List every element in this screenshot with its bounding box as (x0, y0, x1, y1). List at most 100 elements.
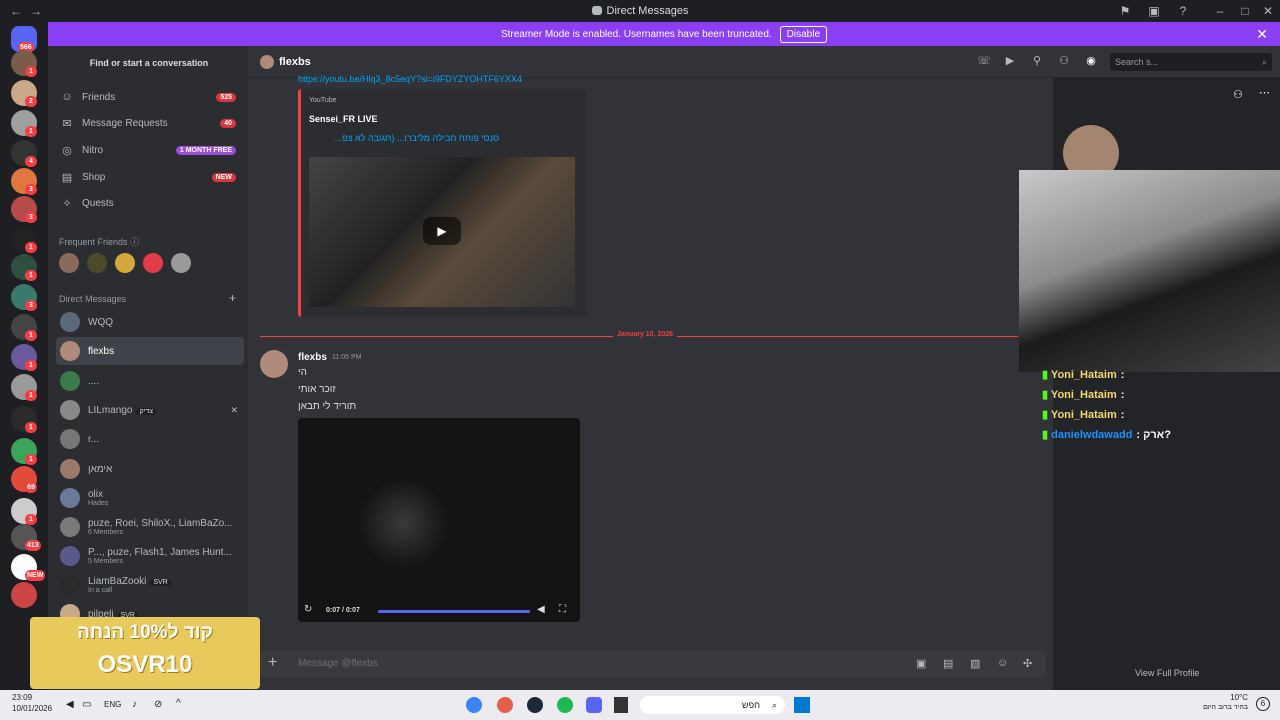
create-dm-icon[interactable]: + (229, 291, 236, 305)
network-tray-icon[interactable]: ▭ (82, 699, 91, 710)
server-icon[interactable]: 1 (11, 110, 37, 137)
info-icon[interactable]: ⓘ (130, 237, 139, 247)
attach-plus-icon[interactable]: + (268, 654, 277, 672)
taskbar-search[interactable]: חפש ⌕ (640, 696, 785, 714)
server-icon[interactable]: 1 (11, 314, 37, 341)
more-icon[interactable]: ⋯ (1259, 86, 1270, 99)
message-composer[interactable]: + Message @flexbs ▣ ▤ ▧ ☺ ✣ (260, 650, 1046, 678)
dm-item[interactable]: אימאן (56, 455, 244, 483)
server-icon[interactable]: 3 (11, 168, 37, 195)
dm-item[interactable]: LiamBaZooki SVR In a call (56, 571, 244, 599)
steam-icon[interactable] (527, 697, 543, 713)
server-icon[interactable]: 1 (11, 226, 37, 253)
chrome-icon[interactable] (466, 697, 482, 713)
dm-item[interactable]: olix Hades (56, 484, 244, 512)
search-input[interactable]: Search s... ⌕ (1110, 53, 1272, 71)
maximize-icon[interactable]: □ (1237, 3, 1253, 19)
nav-message-requests[interactable]: ✉ Message Requests 40 (56, 111, 242, 135)
notification-count[interactable]: 6 (1256, 697, 1270, 711)
server-icon[interactable]: NEW (11, 554, 46, 581)
server-icon[interactable]: 1 (11, 374, 37, 401)
close-banner-icon[interactable]: ✕ (1256, 26, 1268, 43)
emoji-icon[interactable]: ☺ (997, 657, 1008, 669)
play-icon[interactable]: ▶ (423, 217, 461, 245)
app-icon[interactable] (497, 697, 513, 713)
dm-item[interactable]: WQQ (56, 308, 244, 336)
disable-button[interactable]: Disable (779, 25, 828, 43)
video-call-icon[interactable]: ▶ (1002, 54, 1018, 70)
volume-icon[interactable]: ◀ (537, 604, 545, 615)
friend-avatar[interactable] (59, 253, 79, 273)
server-icon[interactable] (11, 582, 37, 608)
user-profile-icon[interactable]: ◉ (1083, 54, 1099, 70)
server-icon[interactable]: 69 (11, 466, 37, 493)
call-icon[interactable]: ☏ (976, 54, 992, 70)
dm-item[interactable]: LILmango צדיק ✕ (56, 396, 244, 424)
server-icon[interactable]: 2 (11, 80, 37, 107)
message-avatar[interactable] (260, 350, 288, 378)
embed-author[interactable]: Sensei_FR LIVE (309, 114, 378, 124)
mute-tray-icon[interactable]: ⊘ (154, 699, 162, 710)
mic-tray-icon[interactable]: ♪ (132, 699, 137, 710)
view-full-profile-link[interactable]: View Full Profile (1135, 668, 1199, 678)
server-badge: 3 (25, 212, 37, 223)
nav-friends[interactable]: ☺ Friends 525 (56, 85, 242, 109)
message-link[interactable]: https://youtu.be/Hlq3_8c5eqY?si=i9FDYZYO… (298, 74, 578, 84)
server-icon[interactable]: 3 (11, 196, 37, 223)
friend-avatar[interactable] (87, 253, 107, 273)
add-friend-icon[interactable]: ⚇ (1233, 88, 1243, 101)
friend-avatar[interactable] (171, 253, 191, 273)
volume-tray-icon[interactable]: ◀ (66, 699, 74, 710)
server-icon[interactable]: 1 (11, 498, 37, 525)
embed-title[interactable]: סנסי פותח חבילה מליברו... (תגובה לא צפ..… (309, 133, 499, 143)
server-icon[interactable]: 1 (11, 438, 37, 465)
obs-icon[interactable] (614, 697, 628, 713)
server-icon[interactable]: 1 (11, 50, 37, 77)
spotify-icon[interactable] (557, 697, 573, 713)
minimize-icon[interactable]: – (1212, 3, 1228, 19)
nav-nitro[interactable]: ◎ Nitro 1 MONTH FREE (56, 138, 242, 162)
tray-expand-icon[interactable]: ^ (176, 698, 181, 709)
gift-icon[interactable]: ▣ (916, 657, 926, 670)
discord-home-icon[interactable]: 566 (11, 26, 37, 53)
dm-item[interactable]: flexbs (56, 337, 244, 365)
server-badge: 1 (25, 270, 37, 281)
dm-item[interactable]: P..., puze, Flash1, James Hunt... 5 Membe… (56, 542, 244, 570)
screen-icon[interactable]: ▣ (1146, 3, 1162, 19)
video-thumbnail[interactable]: ▶ (309, 157, 575, 307)
apps-icon[interactable]: ✣ (1023, 657, 1032, 670)
fullscreen-icon[interactable]: ⛶ (559, 604, 566, 615)
dm-item[interactable]: .... (56, 367, 244, 395)
help-icon[interactable]: ? (1175, 3, 1191, 19)
language-indicator[interactable]: ENG (104, 700, 121, 709)
server-icon[interactable]: 413 (11, 524, 41, 551)
avatar (60, 488, 80, 508)
pin-icon[interactable]: ⚲ (1029, 54, 1045, 70)
friend-avatar[interactable] (115, 253, 135, 273)
server-icon[interactable]: 1 (11, 254, 37, 281)
gif-icon[interactable]: ▤ (943, 657, 953, 670)
server-icon[interactable]: 1 (11, 344, 37, 371)
dm-item[interactable]: r... (56, 425, 244, 453)
dm-item[interactable]: puze, Roei, ShiloX., LiamBaZo... 6 Member… (56, 513, 244, 541)
nav-shop[interactable]: ▤ Shop NEW (56, 165, 242, 189)
server-icon[interactable]: 4 (11, 140, 37, 167)
video-progress-track[interactable] (378, 610, 530, 613)
friend-avatar[interactable] (143, 253, 163, 273)
inbox-icon[interactable]: ⚑ (1117, 3, 1133, 19)
video-player[interactable]: ↻ 0:07 / 0:07 ◀ ⛶ (298, 418, 580, 622)
server-icon[interactable]: 1 (11, 406, 37, 433)
close-window-icon[interactable]: ✕ (1260, 3, 1276, 19)
windows-start-icon[interactable] (794, 697, 810, 713)
discord-taskbar-icon[interactable] (586, 697, 602, 713)
server-icon[interactable]: 3 (11, 284, 37, 311)
replay-icon[interactable]: ↻ (304, 604, 312, 615)
overlay-chat-user: Yoni_Hataim (1050, 389, 1117, 401)
dm-name: LiamBaZooki (88, 576, 147, 587)
add-friends-icon[interactable]: ⚇ (1056, 54, 1072, 70)
close-dm-icon[interactable]: ✕ (230, 405, 238, 416)
message-author[interactable]: flexbs (298, 352, 327, 363)
find-conversation-input[interactable]: Find or start a conversation (56, 54, 242, 72)
sticker-icon[interactable]: ▧ (970, 657, 980, 670)
nav-quests[interactable]: ✧ Quests (56, 191, 242, 215)
